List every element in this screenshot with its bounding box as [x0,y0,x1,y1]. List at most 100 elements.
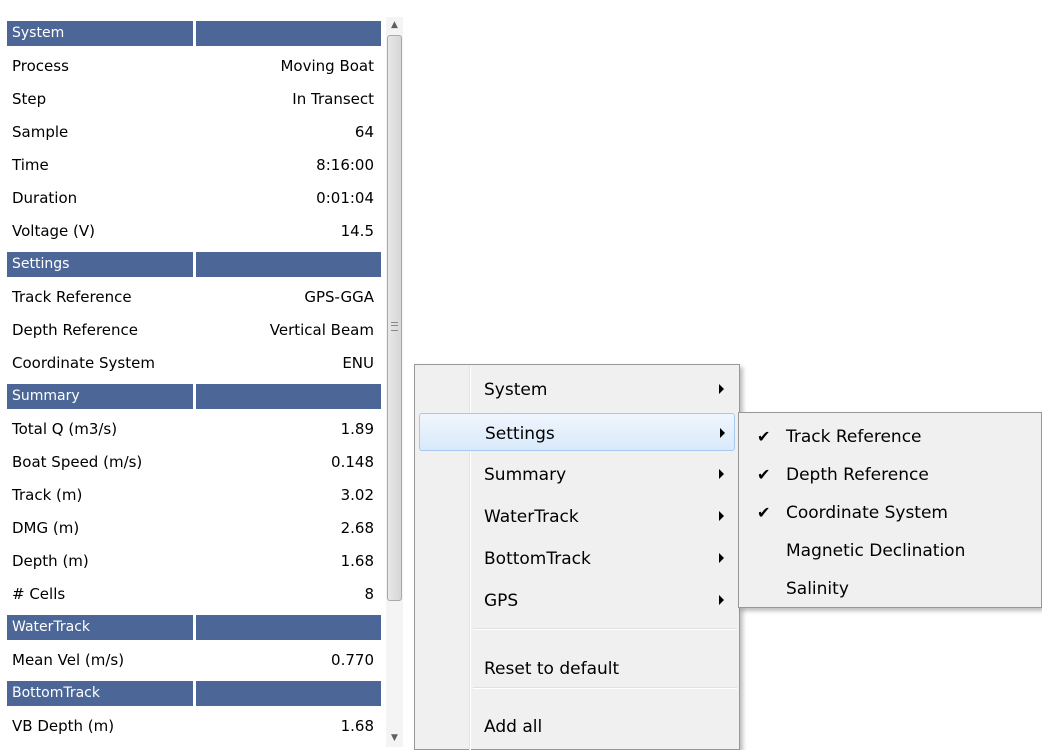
property-value: 8:16:00 [316,156,374,174]
category-header-bottomtrack[interactable]: BottomTrack [7,681,381,706]
property-label: Track Reference [12,288,132,306]
property-row-coordinate-system[interactable]: Coordinate System ENU [7,347,381,380]
submenu-arrow-icon [719,595,724,605]
category-header-settings[interactable]: Settings [7,252,381,277]
property-row-sample[interactable]: Sample 64 [7,116,381,149]
property-row-track-m[interactable]: Track (m) 3.02 [7,479,381,512]
category-cell [196,21,381,46]
category-cell [196,615,381,640]
property-value: 0.148 [331,453,374,471]
property-row-dmg-m[interactable]: DMG (m) 2.68 [7,512,381,545]
submenu-item-label: Track Reference [786,427,922,447]
property-value: 2.68 [340,519,374,537]
submenu-item-salinity[interactable]: Salinity [743,569,1039,607]
menu-item-add-all[interactable]: Add all [419,707,735,745]
menu-item-bottomtrack[interactable]: BottomTrack [419,539,735,577]
property-label: Step [12,90,47,108]
property-row-vb-depth-m[interactable]: VB Depth (m) 1.68 [7,710,381,743]
property-row-voltage-v[interactable]: Voltage (V) 14.5 [7,215,381,248]
submenu-arrow-icon [719,511,724,521]
property-value: 14.5 [340,222,374,240]
property-row-track-reference[interactable]: Track Reference GPS-GGA [7,281,381,314]
property-value: 1.68 [340,552,374,570]
property-label: Track (m) [12,486,83,504]
scrollbar-thumb[interactable] [387,35,402,601]
property-label: Mean Vel (m/s) [12,651,125,669]
property-row-step[interactable]: Step In Transect [7,83,381,116]
category-label: System [12,25,65,41]
category-cell [196,681,381,706]
property-value: Vertical Beam [269,321,374,339]
category-header-system[interactable]: System [7,21,381,46]
context-menu: System Settings Summary WaterTrack BottomTra… [414,364,740,750]
property-row-boat-speed-m-s[interactable]: Boat Speed (m/s) 0.148 [7,446,381,479]
property-row-depth-m[interactable]: Depth (m) 1.68 [7,545,381,578]
submenu-item-label: Depth Reference [786,465,929,485]
property-value: GPS-GGA [304,288,374,306]
property-value: In Transect [292,90,374,108]
submenu-arrow-icon [719,469,724,479]
property-label: Coordinate System [12,354,155,372]
checkmark-icon: ✔ [757,427,771,446]
checkmark-icon: ✔ [757,465,771,484]
property-label: Process [12,57,69,75]
submenu-item-label: Salinity [786,579,849,599]
menu-item-reset-to-default[interactable]: Reset to default [419,649,735,687]
property-row-mean-vel-m-s[interactable]: Mean Vel (m/s) 0.770 [7,644,381,677]
property-label: Depth (m) [12,552,89,570]
property-label: Sample [12,123,69,141]
property-value: 1.68 [340,717,374,735]
vertical-scrollbar[interactable]: ▲ ▼ [386,17,403,747]
scroll-down-arrow-icon[interactable]: ▼ [386,730,403,747]
property-row-process[interactable]: Process Moving Boat [7,50,381,83]
category-header-watertrack[interactable]: WaterTrack [7,615,381,640]
property-label: DMG (m) [12,519,80,537]
grip-icon [391,322,398,331]
menu-item-label: BottomTrack [484,549,591,569]
submenu-arrow-icon [720,428,725,438]
category-cell [196,384,381,409]
property-value: 3.02 [340,486,374,504]
submenu-item-depth-reference[interactable]: ✔ Depth Reference [743,455,1039,493]
menu-item-label: Add all [484,717,543,737]
menu-item-label: Reset to default [484,659,620,679]
property-value: 1.89 [340,420,374,438]
menu-item-label: System [484,380,548,400]
property-row-total-q-m3-s[interactable]: Total Q (m3/s) 1.89 [7,413,381,446]
property-label: Duration [12,189,78,207]
property-label: Boat Speed (m/s) [12,453,143,471]
submenu-item-label: Magnetic Declination [786,541,966,561]
submenu-item-coordinate-system[interactable]: ✔ Coordinate System [743,493,1039,531]
menu-item-watertrack[interactable]: WaterTrack [419,497,735,535]
property-value: 64 [354,123,374,141]
property-label: Voltage (V) [12,222,95,240]
submenu-arrow-icon [719,384,724,394]
category-header-summary[interactable]: Summary [7,384,381,409]
property-row-duration[interactable]: Duration 0:01:04 [7,182,381,215]
property-row-cells[interactable]: # Cells 8 [7,578,381,611]
scroll-up-arrow-icon[interactable]: ▲ [386,17,403,34]
property-label: # Cells [12,585,66,603]
category-label: BottomTrack [12,685,100,701]
menu-item-label: Settings [485,424,555,444]
menu-item-label: WaterTrack [484,507,579,527]
property-label: Depth Reference [12,321,138,339]
property-row-depth-reference[interactable]: Depth Reference Vertical Beam [7,314,381,347]
submenu-item-track-reference[interactable]: ✔ Track Reference [743,417,1039,455]
property-value: 8 [364,585,374,603]
property-value: Moving Boat [280,57,374,75]
menu-separator [473,687,737,689]
category-label: Summary [12,388,80,404]
property-label: VB Depth (m) [12,717,115,735]
submenu-item-magnetic-declination[interactable]: Magnetic Declination [743,531,1039,569]
submenu-arrow-icon [719,553,724,563]
menu-separator [473,628,737,630]
menu-item-summary[interactable]: Summary [419,455,735,493]
category-cell [196,252,381,277]
property-row-time[interactable]: Time 8:16:00 [7,149,381,182]
menu-item-settings[interactable]: Settings [419,413,735,451]
property-label: Total Q (m3/s) [12,420,118,438]
menu-item-gps[interactable]: GPS [419,581,735,619]
menu-item-system[interactable]: System [419,370,735,408]
property-grid: System Process Moving Boat Step In Transect S… [7,17,381,743]
